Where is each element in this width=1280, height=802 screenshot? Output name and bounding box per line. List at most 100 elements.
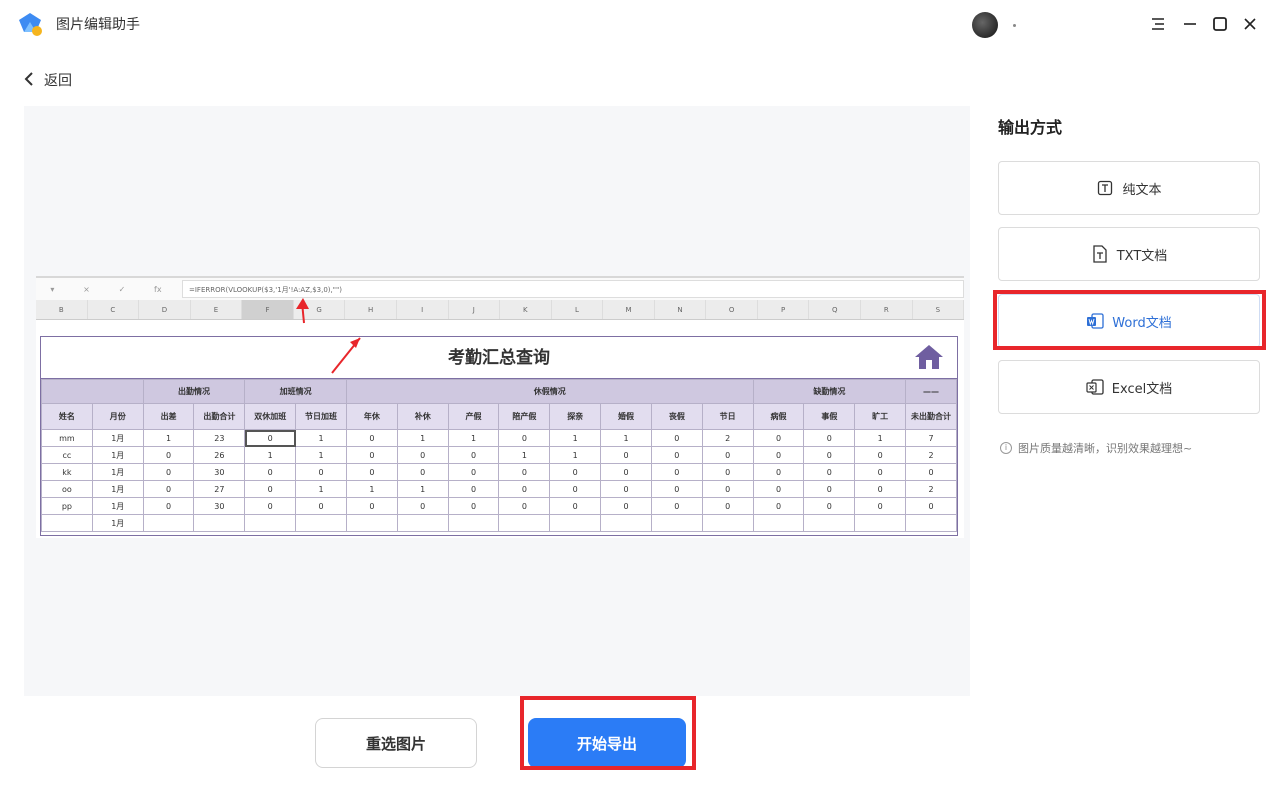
- table-cell: 0: [244, 429, 297, 447]
- table-cell: 0: [905, 497, 957, 515]
- option-label: Word文档: [1112, 315, 1172, 331]
- table-cell: 1: [396, 480, 449, 498]
- table-cell: [447, 514, 500, 532]
- table-cell: 0: [142, 446, 195, 464]
- table-cell: 1: [447, 429, 500, 447]
- table-cell: [549, 514, 602, 532]
- table-row: 1月: [41, 514, 957, 532]
- table-cell: cc: [41, 446, 93, 464]
- option-word[interactable]: Word文档: [998, 294, 1260, 348]
- table-cell: 26: [193, 446, 246, 464]
- column-letter: P: [758, 300, 810, 319]
- table-cell: 1: [549, 446, 602, 464]
- table-cell: 7: [905, 429, 957, 447]
- app-title: 图片编辑助手: [56, 17, 140, 33]
- table-cell: 0: [498, 429, 551, 447]
- table-cell: 0: [396, 446, 449, 464]
- column-letter: S: [913, 300, 965, 319]
- home-icon: [915, 345, 943, 369]
- user-avatar[interactable]: [972, 12, 998, 38]
- column-letter: B: [36, 300, 88, 319]
- table-cell: [193, 514, 246, 532]
- column-letter: Q: [809, 300, 861, 319]
- column-letter: M: [603, 300, 655, 319]
- table-cell: 1: [295, 480, 347, 498]
- table-row: cc 1月 0 26 1 1 0 0 0 1 1 0 0 0 0 0 0 2: [41, 446, 957, 464]
- column-letter: H: [345, 300, 397, 319]
- table-title: 考勤汇总查询: [41, 337, 957, 379]
- table-cell: 1月: [91, 497, 144, 515]
- table-cell: 0: [650, 480, 703, 498]
- column-letter: L: [552, 300, 604, 319]
- table-cell: 0: [600, 446, 652, 464]
- table-cell: 0: [142, 497, 195, 515]
- formula-text: =IFERROR(VLOOKUP($3,'1月'!A:AZ,$3,0),""): [182, 280, 964, 298]
- table-cell: 30: [193, 497, 246, 515]
- table-cell: 0: [803, 480, 856, 498]
- option-txt[interactable]: TXT文档: [998, 227, 1260, 281]
- table-cell: 0: [650, 429, 703, 447]
- column-letter: E: [191, 300, 243, 319]
- spreadsheet-image: ▾ × ✓ fx =IFERROR(VLOOKUP($3,'1月'!A:AZ,$3,0…: [36, 276, 965, 538]
- column-letter: G: [294, 300, 346, 319]
- table-cell: 0: [600, 463, 652, 481]
- attendance-table: 考勤汇总查询 出勤情况 加班情况 休假情况 缺勤情况 —— 姓名 月份 出差 出勤合计 双休加班节…: [40, 336, 958, 536]
- minimize-icon[interactable]: [1176, 10, 1204, 38]
- table-cell: 0: [600, 497, 652, 515]
- excel-icon: [1086, 378, 1104, 396]
- table-cell: 0: [142, 463, 195, 481]
- table-cell: 0: [650, 463, 703, 481]
- table-row: kk 1月 0 30 0 0 0 0 0 0 0 0 0 0 0 0 0 0: [41, 463, 957, 481]
- column-letter: I: [397, 300, 449, 319]
- table-cell: 0: [549, 497, 602, 515]
- table-cell: [905, 514, 957, 532]
- table-cell: 0: [701, 497, 754, 515]
- table-cell: 1: [854, 429, 907, 447]
- column-letter: F: [242, 300, 294, 319]
- group-cell: 出勤情况: [142, 379, 246, 404]
- header-cell: 事假: [803, 403, 856, 430]
- header-cell: 双休加班: [244, 403, 297, 430]
- header-cell: 探亲: [549, 403, 602, 430]
- table-cell: 1: [295, 446, 347, 464]
- word-icon: [1086, 312, 1104, 330]
- back-button[interactable]: 返回: [24, 66, 72, 94]
- header-cell: 病假: [752, 403, 805, 430]
- option-plain-text[interactable]: 纯文本: [998, 161, 1260, 215]
- option-excel[interactable]: Excel文档: [998, 360, 1260, 414]
- menu-icon[interactable]: [1144, 10, 1172, 38]
- table-cell: 0: [803, 429, 856, 447]
- table-cell: 0: [701, 480, 754, 498]
- table-cell: 0: [803, 446, 856, 464]
- group-cell: [41, 379, 144, 404]
- table-cell: 0: [549, 463, 602, 481]
- table-cell: oo: [41, 480, 93, 498]
- app-logo-icon: [19, 13, 42, 36]
- header-cell: 产假: [447, 403, 500, 430]
- table-cell: 1: [295, 429, 347, 447]
- table-cell: 1: [549, 429, 602, 447]
- attendance-grid: 出勤情况 加班情况 休假情况 缺勤情况 —— 姓名 月份 出差 出勤合计 双休加班 节日加班 年休 补休…: [41, 379, 957, 532]
- table-row: pp 1月 0 30 0 0 0 0 0 0 0 0 0 0 0 0 0 0: [41, 497, 957, 515]
- reselect-image-button[interactable]: 重选图片: [315, 718, 477, 768]
- column-letter: J: [449, 300, 501, 319]
- start-export-button[interactable]: 开始导出: [528, 718, 686, 768]
- table-cell: 1月: [91, 480, 144, 498]
- table-cell: 0: [600, 480, 652, 498]
- close-icon[interactable]: [1236, 10, 1264, 38]
- header-cell: 节日: [701, 403, 754, 430]
- table-cell: 1月: [91, 429, 144, 447]
- table-cell: 0: [752, 480, 805, 498]
- hint-text: 图片质量越清晰，识别效果越理想~: [1018, 442, 1193, 455]
- group-cell: ——: [905, 379, 957, 404]
- table-cell: 0: [650, 497, 703, 515]
- maximize-icon[interactable]: [1206, 10, 1234, 38]
- table-cell: [752, 514, 805, 532]
- header-cell: 旷工: [854, 403, 907, 430]
- table-cell: 0: [803, 463, 856, 481]
- table-cell: 0: [345, 463, 398, 481]
- table-cell: 0: [701, 446, 754, 464]
- group-header-row: 出勤情况 加班情况 休假情况 缺勤情况 ——: [41, 379, 957, 404]
- table-cell: 0: [650, 446, 703, 464]
- table-cell: 0: [701, 463, 754, 481]
